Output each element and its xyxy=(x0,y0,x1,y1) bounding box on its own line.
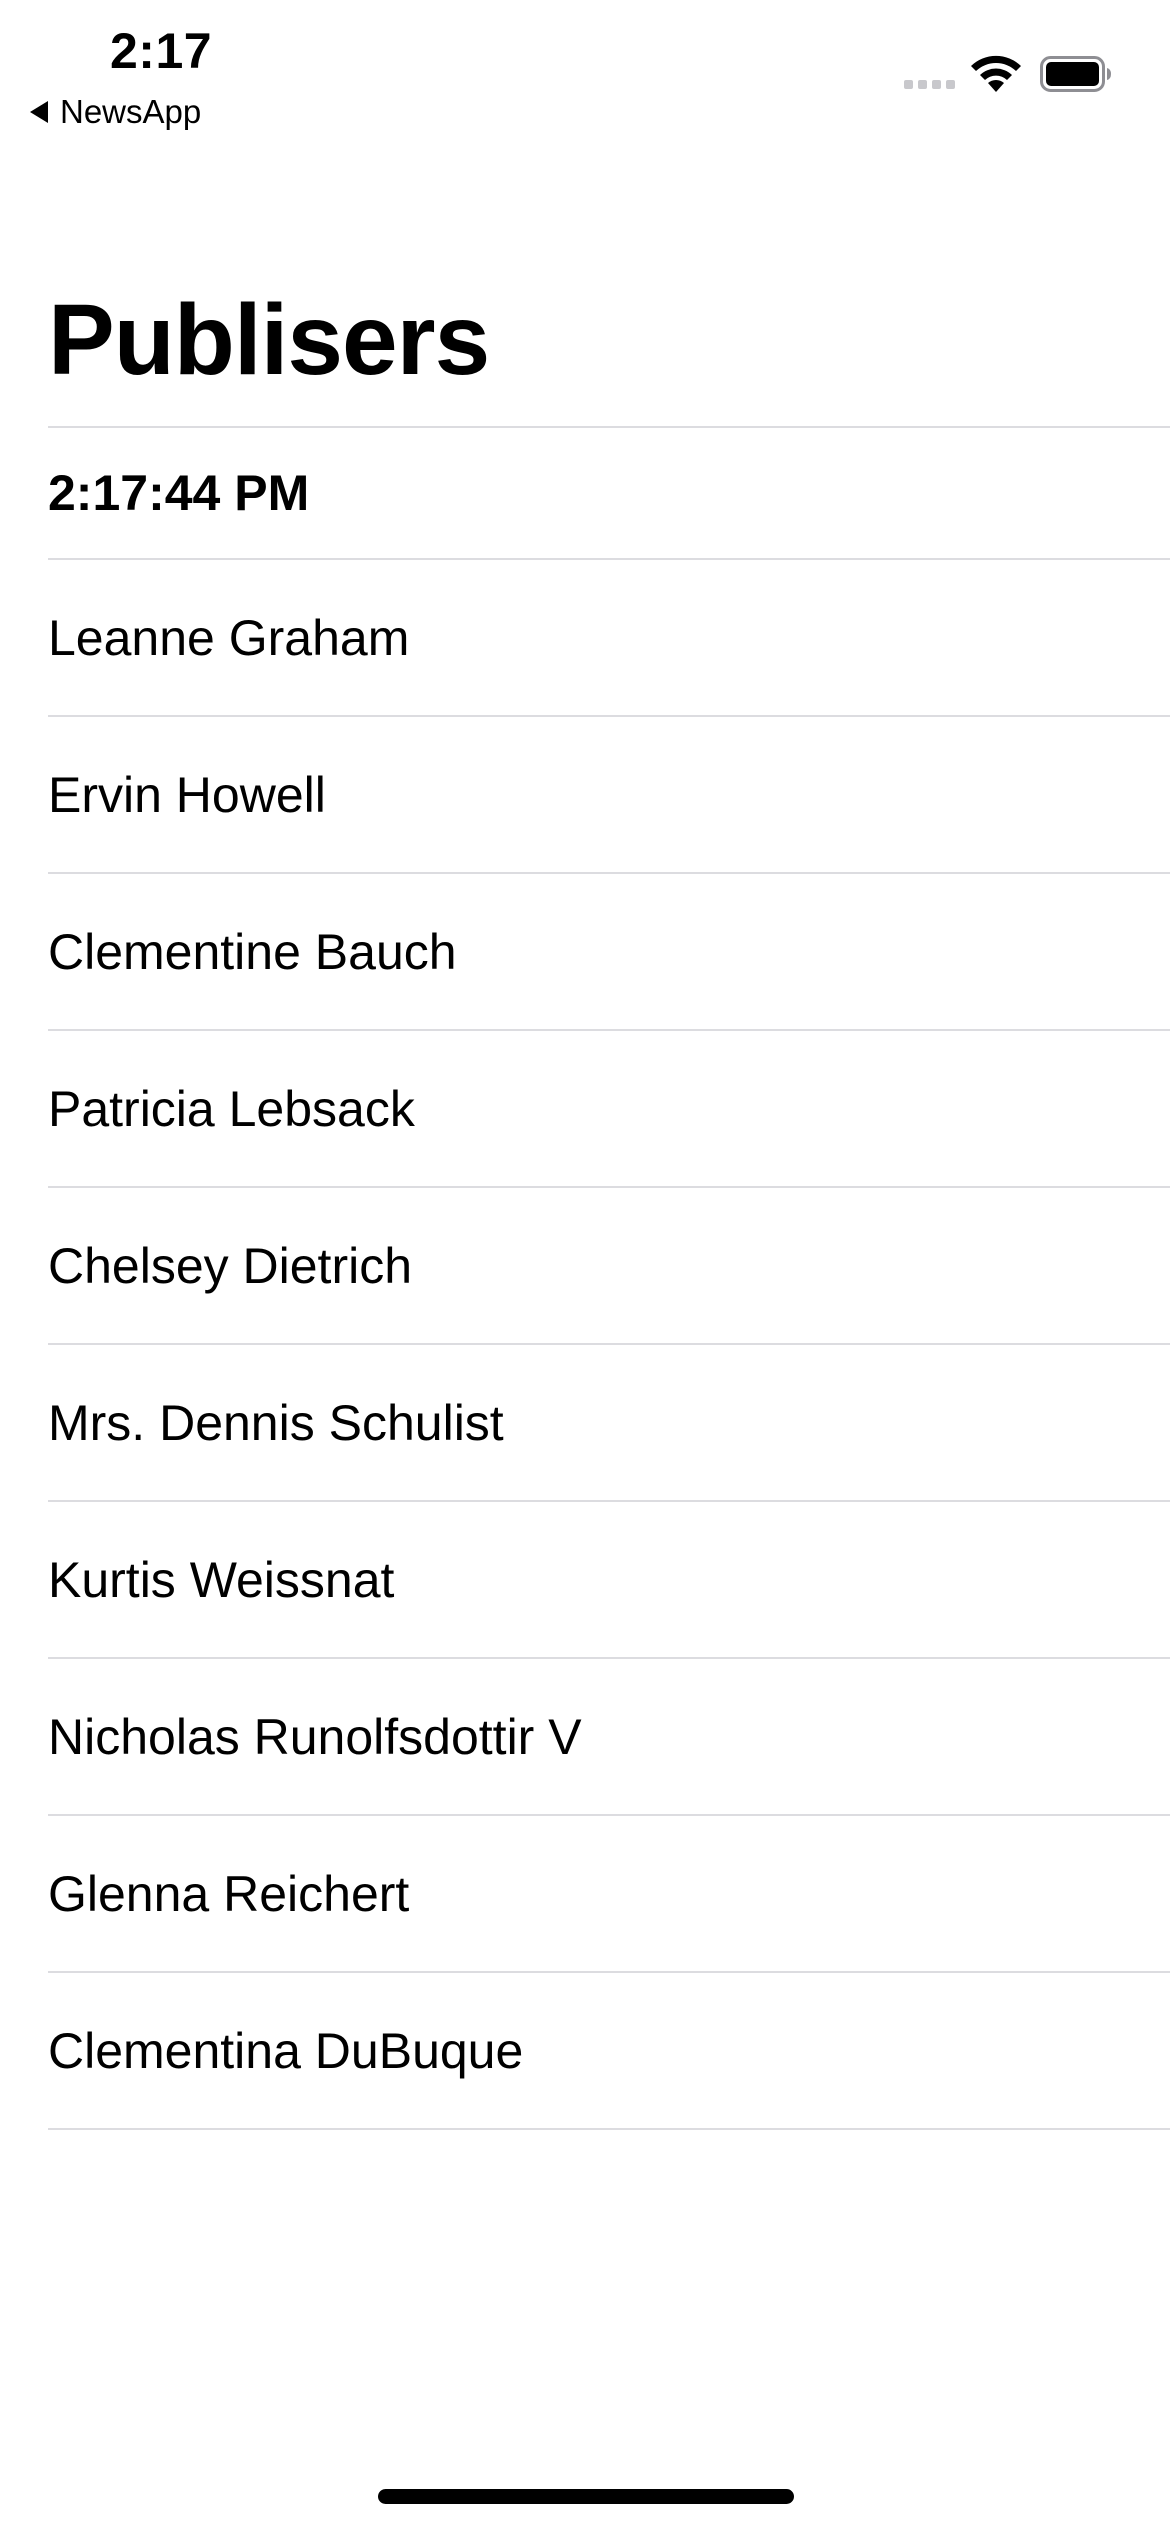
back-app-label: NewsApp xyxy=(60,93,202,130)
status-bar: 2:17 NewsApp xyxy=(0,0,1170,150)
list-item[interactable]: Clementina DuBuque xyxy=(48,1971,1170,2128)
publisher-name: Chelsey Dietrich xyxy=(48,1237,413,1294)
battery-icon xyxy=(1040,56,1111,92)
back-to-app-button[interactable]: NewsApp xyxy=(30,92,201,132)
publisher-name: Kurtis Weissnat xyxy=(48,1551,395,1608)
timestamp-row: 2:17:44 PM xyxy=(48,426,1170,558)
list-item[interactable]: Nicholas Runolfsdottir V xyxy=(48,1657,1170,1814)
list-item[interactable]: Glenna Reichert xyxy=(48,1814,1170,1971)
home-indicator[interactable] xyxy=(378,2489,794,2504)
publisher-name: Mrs. Dennis Schulist xyxy=(48,1394,504,1451)
publisher-name: Ervin Howell xyxy=(48,766,326,823)
publisher-name: Patricia Lebsack xyxy=(48,1080,415,1137)
list-item[interactable]: Clementine Bauch xyxy=(48,872,1170,1029)
publisher-name: Clementina DuBuque xyxy=(48,2022,524,2079)
publisher-name: Clementine Bauch xyxy=(48,923,457,980)
list-item[interactable]: Mrs. Dennis Schulist xyxy=(48,1343,1170,1500)
list-item[interactable]: Kurtis Weissnat xyxy=(48,1500,1170,1657)
publisher-name: Glenna Reichert xyxy=(48,1865,410,1922)
list-item[interactable]: Patricia Lebsack xyxy=(48,1029,1170,1186)
list-item[interactable]: Leanne Graham xyxy=(48,558,1170,715)
timestamp-label: 2:17:44 PM xyxy=(48,465,310,521)
page-title: Publisers xyxy=(48,284,490,396)
status-time: 2:17 xyxy=(110,23,213,79)
list-item[interactable]: Chelsey Dietrich xyxy=(48,1186,1170,1343)
wifi-icon xyxy=(971,55,1021,92)
list-item[interactable]: Ervin Howell xyxy=(48,715,1170,872)
publisher-name: Leanne Graham xyxy=(48,609,410,666)
list-end-separator xyxy=(48,2128,1170,2130)
publisher-list: 2:17:44 PM Leanne Graham Ervin Howell Cl… xyxy=(48,426,1170,2130)
publisher-name: Nicholas Runolfsdottir V xyxy=(48,1708,582,1765)
signal-icon xyxy=(904,80,955,89)
back-arrow-icon xyxy=(30,101,48,123)
